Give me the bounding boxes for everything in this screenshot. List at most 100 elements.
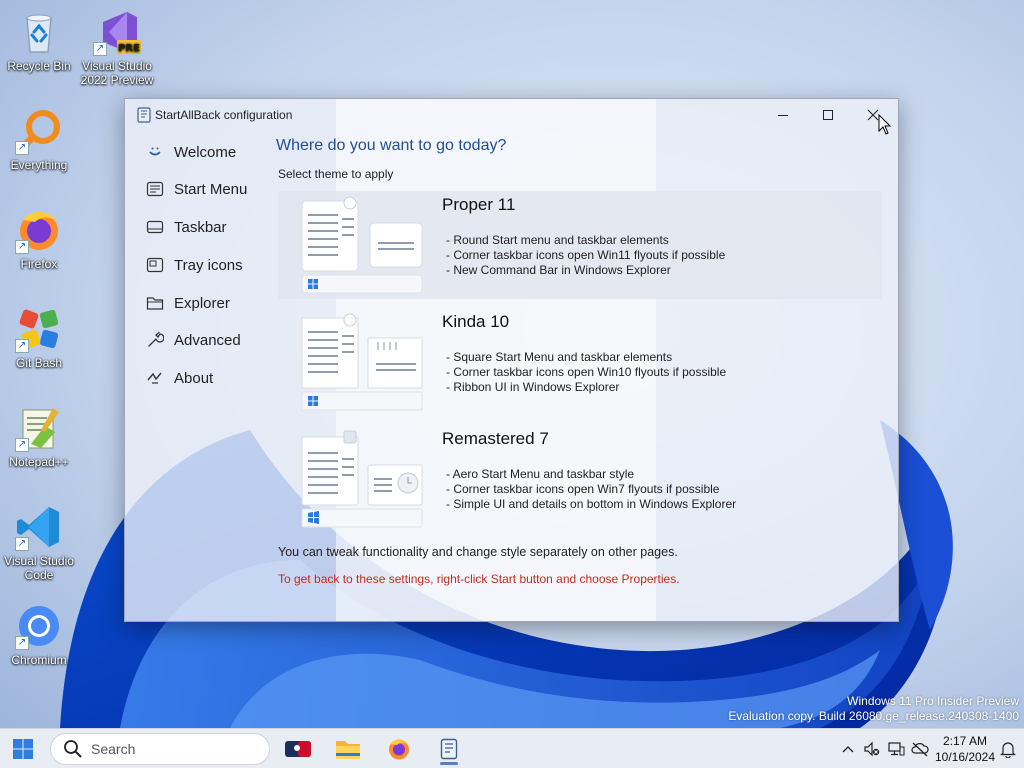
desktop-icon-label: Firefox bbox=[20, 257, 58, 271]
close-icon bbox=[867, 109, 878, 121]
theme-name: Kinda 10 bbox=[442, 312, 510, 331]
chevron-up-icon bbox=[842, 746, 854, 753]
nav-item-start-menu[interactable]: Start Menu bbox=[133, 172, 261, 206]
cloud-offline-icon bbox=[911, 742, 929, 757]
shortcut-arrow-icon: ↗ bbox=[15, 141, 29, 155]
nav-item-advanced[interactable]: Advanced bbox=[133, 323, 261, 357]
theme-feature: - Corner taskbar icons open Win10 flyout… bbox=[446, 365, 727, 379]
firefox-icon bbox=[389, 739, 409, 760]
minimize-button[interactable] bbox=[760, 99, 805, 131]
speaker-muted-icon bbox=[864, 741, 880, 757]
taskbar-app-firefox[interactable] bbox=[381, 733, 417, 765]
theme-feature: - Square Start Menu and taskbar elements bbox=[446, 350, 673, 364]
startallback-icon bbox=[440, 738, 458, 760]
desktop-icon-notepad-plus-plus[interactable]: ↗ Notepad++ bbox=[0, 404, 78, 469]
nav-item-label: Advanced bbox=[174, 331, 241, 349]
shortcut-arrow-icon: ↗ bbox=[15, 636, 29, 650]
notepad-plus-plus-icon: ↗ bbox=[15, 404, 63, 452]
maximize-button[interactable] bbox=[805, 99, 850, 131]
tray-cloud-button[interactable] bbox=[910, 739, 930, 759]
tray-speaker-button[interactable] bbox=[862, 739, 882, 759]
tray-icon bbox=[141, 257, 169, 273]
startallback-app-icon bbox=[137, 107, 151, 123]
nav-item-label: Tray icons bbox=[174, 256, 243, 274]
taskbar-app-mlb[interactable] bbox=[280, 733, 316, 765]
desktop-icon-everything[interactable]: ↗ Everything bbox=[0, 107, 78, 172]
theme-option-proper-11[interactable]: Proper 11 - Round Start menu and taskbar… bbox=[278, 191, 882, 299]
maximize-icon bbox=[822, 110, 833, 120]
nav-item-taskbar[interactable]: Taskbar bbox=[133, 210, 261, 244]
vscode-icon: ↗ bbox=[15, 503, 63, 551]
desktop-icon-chromium[interactable]: ↗ Chromium bbox=[0, 602, 78, 667]
clock-date: 10/16/2024 bbox=[934, 750, 996, 764]
taskbar-search-box[interactable]: Search bbox=[50, 733, 270, 765]
visual-studio-icon: PRE ↗ bbox=[93, 8, 141, 56]
mouse-cursor-icon bbox=[878, 114, 892, 135]
theme-name: Remastered 7 bbox=[442, 429, 549, 448]
desktop-icon-label: Git Bash bbox=[15, 356, 63, 370]
taskbar-app-startallback[interactable] bbox=[431, 733, 467, 765]
nav-item-about[interactable]: About bbox=[133, 361, 261, 395]
window-title: StartAllBack configuration bbox=[155, 108, 293, 122]
file-explorer-icon bbox=[336, 741, 360, 759]
startallback-config-window: StartAllBack configuration Welcome Start… bbox=[124, 98, 899, 622]
minimize-icon bbox=[777, 115, 788, 116]
desktop-icon-visual-studio[interactable]: PRE ↗ Visual Studio 2022 Preview bbox=[78, 8, 156, 87]
smile-icon bbox=[141, 144, 169, 160]
desktop-icon-label: Chromium bbox=[11, 653, 67, 667]
shortcut-arrow-icon: ↗ bbox=[15, 339, 29, 353]
chromium-icon: ↗ bbox=[15, 602, 63, 650]
search-placeholder: Search bbox=[91, 741, 136, 757]
page-subheading: Select theme to apply bbox=[278, 167, 394, 181]
settings-note: You can tweak functionality and change s… bbox=[278, 545, 678, 559]
taskbar: Search 2:17 AM 10/16/2024 bbox=[0, 728, 1024, 768]
vs-pre-badge: PRE bbox=[118, 43, 140, 54]
windows-logo-icon bbox=[13, 739, 33, 759]
theme-feature: - Round Start menu and taskbar elements bbox=[446, 233, 669, 247]
desktop-icon-recycle-bin[interactable]: Recycle Bin bbox=[0, 8, 78, 73]
folder-icon bbox=[141, 295, 169, 311]
desktop-icon-label: Visual Studio 2022 Preview bbox=[80, 59, 154, 87]
tray-network-button[interactable] bbox=[886, 739, 906, 759]
desktop-icon-firefox[interactable]: ↗ Firefox bbox=[0, 206, 78, 271]
theme-feature: - Aero Start Menu and taskbar style bbox=[446, 467, 635, 481]
about-icon bbox=[141, 370, 169, 386]
shortcut-arrow-icon: ↗ bbox=[93, 42, 107, 56]
shortcut-arrow-icon: ↗ bbox=[15, 537, 29, 551]
nav-item-label: Start Menu bbox=[174, 180, 248, 198]
taskbar-clock[interactable]: 2:17 AM 10/16/2024 bbox=[930, 733, 1000, 765]
show-hidden-icons-button[interactable] bbox=[838, 739, 858, 759]
theme-preview-remastered-7 bbox=[301, 430, 423, 528]
theme-option-remastered-7[interactable]: Remastered 7 - Aero Start Menu and taskb… bbox=[278, 425, 882, 533]
desktop-icon-git-bash[interactable]: ↗ Git Bash bbox=[0, 305, 78, 370]
taskbar-app-file-explorer[interactable] bbox=[330, 733, 366, 765]
nav-item-label: Welcome bbox=[174, 143, 237, 161]
theme-feature: - Corner taskbar icons open Win7 flyouts… bbox=[446, 482, 720, 496]
clock-time: 2:17 AM bbox=[942, 734, 988, 748]
desktop-icon-label: Recycle Bin bbox=[7, 59, 71, 73]
bell-icon bbox=[1000, 742, 1016, 758]
nav-item-welcome[interactable]: Welcome bbox=[133, 135, 261, 169]
theme-feature: - New Command Bar in Windows Explorer bbox=[446, 263, 671, 277]
notifications-button[interactable] bbox=[998, 739, 1018, 759]
nav-item-tray-icons[interactable]: Tray icons bbox=[133, 248, 261, 282]
nav-item-explorer[interactable]: Explorer bbox=[133, 286, 261, 320]
watermark-line: Windows 11 Pro Insider Preview bbox=[847, 694, 1019, 708]
theme-feature: - Simple UI and details on bottom in Win… bbox=[446, 497, 737, 511]
theme-option-kinda-10[interactable]: Kinda 10 - Square Start Menu and taskbar… bbox=[278, 308, 882, 416]
shortcut-arrow-icon: ↗ bbox=[15, 438, 29, 452]
properties-hint: To get back to these settings, right-cli… bbox=[278, 572, 680, 586]
start-button[interactable] bbox=[8, 735, 38, 763]
git-bash-icon: ↗ bbox=[15, 305, 63, 353]
nav-item-label: Explorer bbox=[174, 294, 230, 312]
search-icon bbox=[64, 740, 82, 758]
window-titlebar[interactable]: StartAllBack configuration bbox=[125, 99, 898, 131]
theme-preview-proper-11 bbox=[301, 196, 423, 294]
desktop-icon-vscode[interactable]: ↗ Visual Studio Code bbox=[0, 503, 78, 582]
theme-name: Proper 11 bbox=[442, 195, 516, 214]
recycle-bin-icon bbox=[15, 8, 63, 56]
desktop-icon-label: Notepad++ bbox=[9, 455, 69, 469]
shortcut-arrow-icon: ↗ bbox=[15, 240, 29, 254]
taskbar-icon bbox=[141, 220, 169, 234]
nav-item-label: Taskbar bbox=[174, 218, 227, 236]
